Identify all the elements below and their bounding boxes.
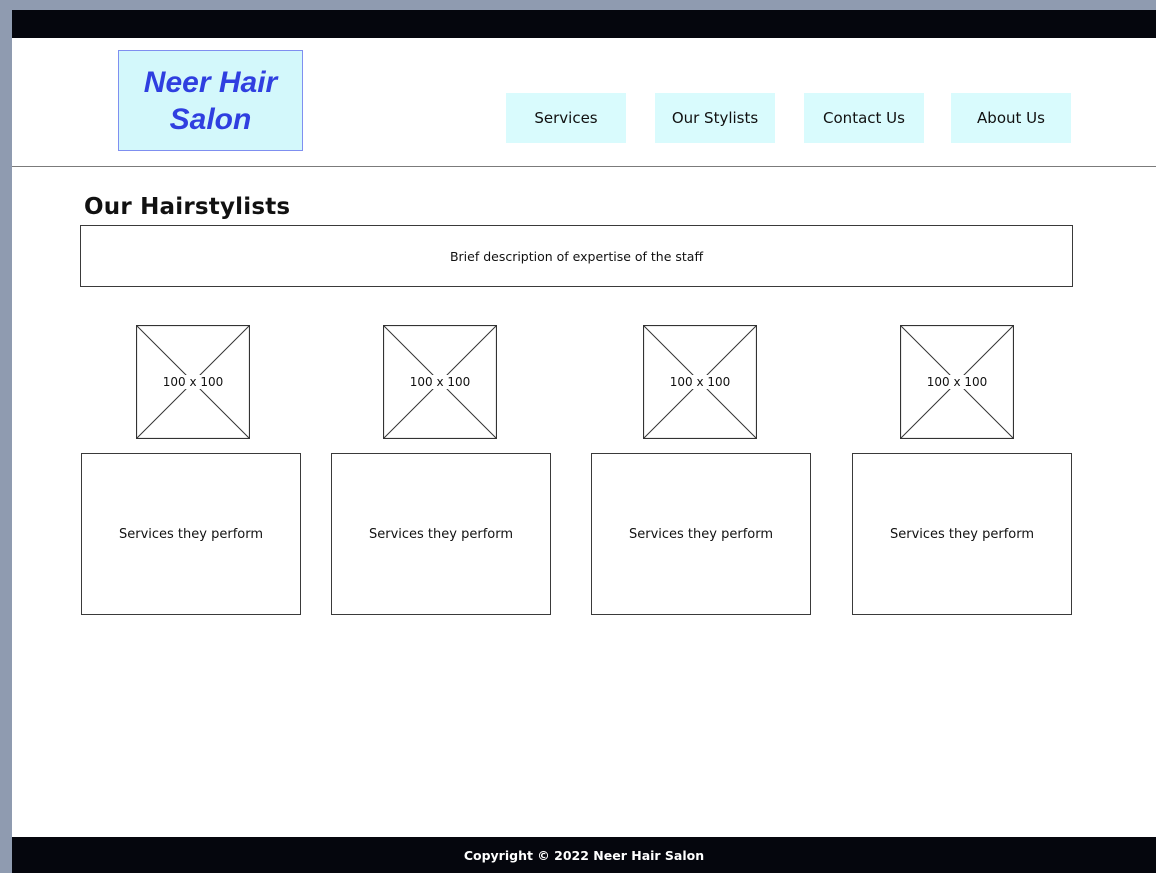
stylist-services-card: Services they perform bbox=[331, 453, 551, 615]
nav-services[interactable]: Services bbox=[506, 93, 626, 143]
stylist-photo-placeholder: 100 x 100 bbox=[383, 325, 497, 439]
stylist-photo-placeholder: 100 x 100 bbox=[643, 325, 757, 439]
window-frame-left bbox=[0, 0, 12, 873]
stylist-services-card: Services they perform bbox=[81, 453, 301, 615]
stylist-services-card: Services they perform bbox=[852, 453, 1072, 615]
copyright-text: Copyright © 2022 Neer Hair Salon bbox=[463, 847, 705, 863]
nav-about-us[interactable]: About Us bbox=[951, 93, 1071, 143]
page: Neer Hair Salon Services Our Stylists Co… bbox=[12, 10, 1156, 873]
stylist-photo-placeholder: 100 x 100 bbox=[136, 325, 250, 439]
image-size-label: 100 x 100 bbox=[925, 375, 989, 389]
image-size-label: 100 x 100 bbox=[668, 375, 732, 389]
logo[interactable]: Neer Hair Salon bbox=[118, 50, 303, 151]
logo-text: Neer Hair Salon bbox=[143, 65, 278, 136]
staff-description: Brief description of expertise of the st… bbox=[80, 225, 1073, 287]
stylist-services-card: Services they perform bbox=[591, 453, 811, 615]
footer: Copyright © 2022 Neer Hair Salon bbox=[12, 837, 1156, 873]
page-title: Our Hairstylists bbox=[84, 194, 291, 220]
window-frame-top bbox=[0, 0, 1156, 10]
image-size-label: 100 x 100 bbox=[408, 375, 472, 389]
stylist-photo-placeholder: 100 x 100 bbox=[900, 325, 1014, 439]
nav-our-stylists[interactable]: Our Stylists bbox=[655, 93, 775, 143]
image-size-label: 100 x 100 bbox=[161, 375, 225, 389]
nav-contact-us[interactable]: Contact Us bbox=[804, 93, 924, 143]
header-divider bbox=[12, 166, 1156, 167]
top-bar bbox=[12, 10, 1156, 38]
